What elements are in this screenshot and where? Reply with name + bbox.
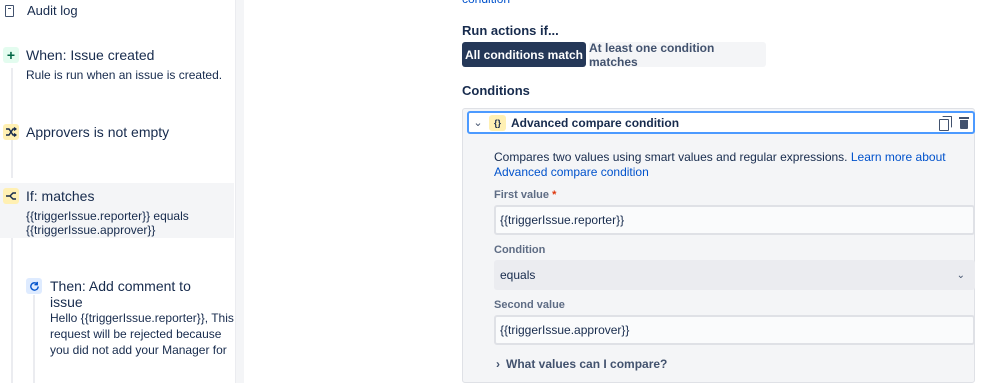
condition-select[interactable]: equals ⌄: [494, 260, 975, 290]
chevron-down-icon: ⌄: [956, 269, 965, 281]
node-description: Rule is run when an issue is created.: [26, 68, 223, 82]
braces-icon: {}: [489, 114, 506, 131]
node-title: If: matches: [26, 188, 95, 204]
trash-icon[interactable]: [959, 116, 969, 129]
chevron-right-icon: ›: [496, 357, 500, 371]
audit-log-label: Audit log: [27, 3, 78, 18]
flow-line: [11, 68, 13, 178]
shuffle-icon: [3, 124, 19, 140]
run-actions-label: Run actions if...: [462, 23, 559, 38]
second-value-input[interactable]: {{triggerIssue.approver}}: [494, 315, 975, 345]
node-description: request will be rejected because: [50, 327, 222, 341]
condition-title: Advanced compare condition: [511, 115, 680, 130]
node-description: Hello {{triggerIssue.reporter}}, This: [50, 311, 234, 325]
description-text: Compares two values using smart values a…: [494, 150, 851, 164]
node-title: Approvers is not empty: [26, 124, 170, 140]
compare-values-label: What values can I compare?: [506, 357, 668, 371]
first-value-label-text: First value: [494, 189, 550, 201]
condition-link[interactable]: condition: [462, 0, 510, 6]
document-icon: [5, 4, 14, 17]
node-title: Then: Add comment to: [50, 278, 191, 294]
node-description: you did not add your Manager for: [50, 343, 227, 357]
refresh-icon: [26, 278, 42, 294]
node-description: {{triggerIssue.approver}}: [26, 223, 156, 237]
all-conditions-button[interactable]: All conditions match: [462, 42, 586, 67]
plus-icon: +: [3, 47, 19, 63]
rule-panel: Audit log + When: Issue created Rule is …: [0, 0, 235, 383]
condition-select-value: equals: [500, 268, 536, 282]
node-description: {{triggerIssue.reporter}} equals: [26, 209, 189, 223]
branch-icon: [3, 188, 19, 204]
copy-icon[interactable]: [939, 115, 952, 131]
condition-label: Condition: [494, 244, 546, 256]
condition-description: Compares two values using smart values a…: [494, 150, 974, 180]
audit-log-link[interactable]: Audit log: [5, 3, 78, 18]
node-title: issue: [50, 294, 83, 310]
second-value-label: Second value: [494, 299, 565, 311]
flow-line: [33, 295, 35, 383]
first-value-label: First value *: [494, 189, 556, 201]
node-title: When: Issue created: [26, 47, 155, 63]
first-value-input[interactable]: {{triggerIssue.reporter}}: [494, 205, 975, 235]
conditions-label: Conditions: [462, 83, 530, 98]
condition-header[interactable]: ⌄ {} Advanced compare condition: [467, 111, 975, 134]
required-indicator: *: [552, 189, 557, 201]
one-condition-button[interactable]: At least one condition matches: [589, 41, 766, 69]
chevron-down-icon[interactable]: ⌄: [469, 116, 487, 129]
panel-divider[interactable]: [235, 0, 244, 383]
compare-values-toggle[interactable]: › What values can I compare?: [496, 357, 667, 371]
